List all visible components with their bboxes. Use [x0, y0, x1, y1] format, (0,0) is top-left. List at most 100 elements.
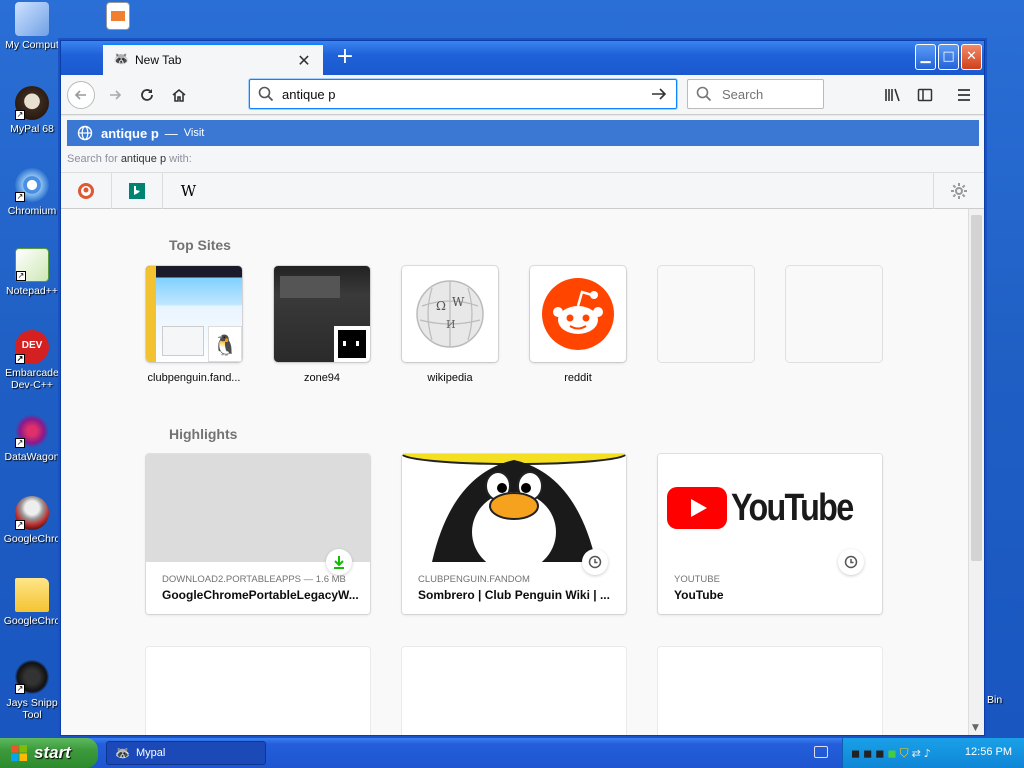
- keyboard-icon[interactable]: [814, 746, 828, 758]
- highlight-card-youtube[interactable]: YouTube YOUTUBE YouTube: [658, 454, 882, 614]
- sidebar-button[interactable]: [911, 81, 939, 109]
- scroll-down-arrow-icon[interactable]: ▼: [972, 723, 979, 733]
- title-bar[interactable]: 🦝 New Tab ✕ + ▁ □ ✕: [61, 41, 984, 75]
- desktop-icon-my-computer[interactable]: My Comput: [0, 2, 64, 51]
- shortcut-arrow-icon: ↗: [16, 271, 26, 281]
- desktop-icon-chromium[interactable]: ↗ Chromium: [0, 168, 64, 217]
- wikipedia-w-icon: W: [180, 181, 197, 200]
- url-bar[interactable]: antique p: [249, 79, 677, 109]
- start-button[interactable]: start: [0, 738, 98, 768]
- raccoon-icon: ↗: [15, 86, 49, 120]
- home-icon: [172, 88, 186, 102]
- highlight-source: DOWNLOAD2.PORTABLEAPPS — 1.6 MB: [162, 574, 346, 585]
- history-badge: [582, 549, 608, 575]
- network-icon[interactable]: ⇄: [912, 747, 921, 760]
- reload-button[interactable]: [133, 81, 161, 109]
- search-engine-bar: W: [61, 172, 984, 209]
- desktop-icon-mypal[interactable]: ↗ MyPal 68: [0, 86, 64, 135]
- desktop-icon-file[interactable]: [88, 2, 148, 33]
- desktop-icon-devcpp[interactable]: DEV ↗ Embarcade Dev-C++: [0, 330, 64, 391]
- devcpp-icon: DEV ↗: [15, 330, 49, 364]
- tab-new-tab[interactable]: 🦝 New Tab ✕: [103, 43, 323, 75]
- highlight-source: YOUTUBE: [674, 574, 720, 585]
- desktop-icon-label: Chromium: [7, 205, 57, 217]
- maximize-button[interactable]: □: [938, 44, 959, 70]
- highlight-placeholder: [658, 647, 882, 735]
- desktop-icon-recycle-bin-label[interactable]: Bin: [987, 694, 1002, 706]
- url-input[interactable]: antique p: [282, 87, 650, 102]
- top-site-thumbnail: 🐧: [146, 266, 242, 362]
- home-button[interactable]: [165, 81, 193, 109]
- youtube-wordmark: YouTube: [730, 486, 854, 529]
- top-site-clubpenguin[interactable]: 🐧 clubpenguin.fand...: [146, 266, 242, 384]
- desktop-icon-googlechrome-1[interactable]: ↗ GoogleChro: [0, 496, 64, 545]
- shortcut-arrow-icon: ↗: [15, 110, 25, 120]
- tray-app-icon[interactable]: ◼: [851, 747, 860, 760]
- volume-icon[interactable]: ♪: [924, 747, 931, 760]
- forward-button[interactable]: [101, 81, 129, 109]
- suggestion-row[interactable]: antique p — Visit: [67, 120, 979, 146]
- top-site-zone94[interactable]: zone94: [274, 266, 370, 384]
- search-bar[interactable]: Search: [687, 79, 824, 109]
- raccoon-favicon-icon: 🦝: [113, 52, 130, 67]
- tab-close-icon[interactable]: ✕: [295, 51, 313, 70]
- minimize-button[interactable]: ▁: [915, 44, 936, 70]
- top-site-thumbnail: [274, 266, 370, 362]
- top-sites-heading: Top Sites: [169, 237, 231, 253]
- go-arrow-icon[interactable]: [650, 86, 668, 102]
- desktop-icon-datawagon[interactable]: ↗ DataWagon: [0, 414, 64, 463]
- tray-app-icon[interactable]: ◼: [887, 747, 896, 760]
- duckduckgo-engine-button[interactable]: [61, 172, 112, 209]
- top-site-thumbnail: [530, 266, 626, 362]
- library-button[interactable]: [879, 81, 907, 109]
- top-site-name: clubpenguin.fand...: [147, 372, 241, 384]
- history-badge: [838, 549, 864, 575]
- suggestion-separator: —: [164, 125, 178, 141]
- system-tray: ◼ ◼ ◼ ◼ ⛉ ⇄ ♪ 12:56 PM: [842, 738, 1024, 768]
- datawagon-icon: ↗: [15, 414, 49, 448]
- desktop-icon-googlechrome-2[interactable]: GoogleChro: [0, 578, 64, 627]
- search-icon: [258, 86, 274, 102]
- url-suggestion-popup: antique p — Visit Search for antique p w…: [61, 116, 984, 209]
- suggestion-query: antique p: [101, 125, 159, 141]
- highlight-card-download[interactable]: DOWNLOAD2.PORTABLEAPPS — 1.6 MB GoogleCh…: [146, 454, 370, 614]
- shortcut-arrow-icon: ↗: [15, 354, 25, 364]
- close-window-button[interactable]: ✕: [961, 44, 982, 70]
- bing-engine-button[interactable]: [112, 172, 163, 209]
- highlight-title: Sombrero | Club Penguin Wiki | ...: [418, 588, 610, 602]
- back-button[interactable]: [67, 81, 95, 109]
- highlight-placeholder: [146, 647, 370, 735]
- search-input[interactable]: Search: [722, 87, 763, 102]
- scrollbar-thumb[interactable]: [971, 215, 982, 561]
- vertical-scrollbar[interactable]: ▼: [968, 209, 984, 735]
- top-site-reddit[interactable]: reddit: [530, 266, 626, 384]
- empty-thumbnail: [786, 266, 882, 362]
- sidebar-icon: [917, 88, 933, 102]
- taskbar-item-mypal[interactable]: 🦝 Mypal: [106, 741, 266, 765]
- top-site-name: wikipedia: [427, 372, 473, 384]
- top-site-wikipedia[interactable]: ΩWИ wikipedia: [402, 266, 498, 384]
- highlight-card-clubpenguin[interactable]: CLUBPENGUIN.FANDOM Sombrero | Club Pengu…: [402, 454, 626, 614]
- tray-app-icon[interactable]: ◼: [875, 747, 884, 760]
- new-tab-button[interactable]: +: [331, 45, 359, 71]
- menu-button[interactable]: [950, 81, 978, 109]
- top-site-empty-slot: [658, 266, 754, 362]
- search-settings-button[interactable]: [933, 172, 984, 209]
- desktop-icon-notepadpp[interactable]: ↗ Notepad++: [0, 248, 64, 297]
- highlight-title: GoogleChromePortableLegacyW...: [162, 588, 358, 602]
- shield-icon[interactable]: ⛉: [900, 746, 909, 761]
- wikipedia-engine-button[interactable]: W: [163, 173, 214, 209]
- search-for-label: Search for antique p with:: [67, 153, 192, 165]
- desktop-icon-label: MyPal 68: [10, 123, 54, 135]
- forward-arrow-icon: [110, 90, 122, 100]
- desktop-icon-snipping-tool[interactable]: ↗ Jays Snipp Tool: [0, 660, 64, 721]
- desktop-icon-label: GoogleChro: [3, 533, 61, 545]
- highlight-thumbnail: [146, 454, 370, 562]
- tray-app-icon[interactable]: ◼: [863, 747, 872, 760]
- tab-label: New Tab: [135, 53, 182, 67]
- notepad-icon: ↗: [15, 248, 49, 282]
- document-icon: [106, 2, 130, 30]
- clock[interactable]: 12:56 PM: [965, 746, 1012, 758]
- top-site-thumbnail: ΩWИ: [402, 266, 498, 362]
- download-icon: [334, 556, 344, 569]
